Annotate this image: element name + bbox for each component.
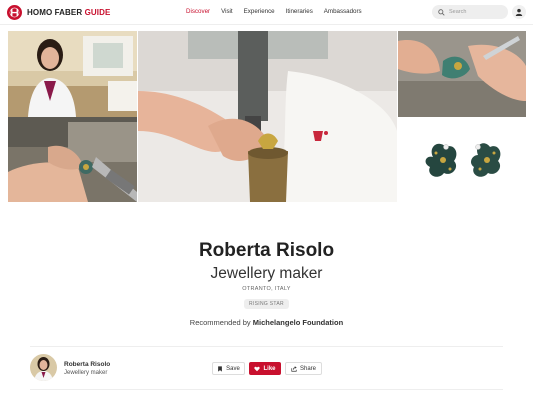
main-nav: Discover Visit Experience Itineraries Am… (186, 8, 373, 15)
share-label: Share (299, 365, 316, 372)
search-placeholder: Search (449, 9, 467, 15)
like-label: Like (263, 365, 276, 372)
bar-artisan-name: Roberta Risolo (64, 361, 111, 368)
avatar[interactable] (30, 354, 57, 381)
logo-mark-icon (7, 5, 22, 20)
save-label: Save (226, 365, 240, 372)
user-icon (515, 8, 523, 16)
profile-info: Roberta Risolo Jewellery maker OTRANTO, … (0, 240, 533, 327)
divider (30, 346, 503, 347)
gallery-image-engraving[interactable] (138, 31, 397, 202)
bar-artisan-profession: Jewellery maker (64, 370, 108, 376)
nav-item-visit[interactable]: Visit (221, 8, 233, 15)
top-header: HOMO FABER GUIDE Discover Visit Experien… (0, 0, 533, 25)
heart-icon (254, 366, 261, 371)
photo-gallery (8, 31, 526, 202)
gallery-image-portrait[interactable] (8, 31, 137, 117)
recommended-org-link[interactable]: Michelangelo Foundation (253, 318, 343, 327)
gallery-image-earrings[interactable] (398, 117, 526, 202)
share-icon (291, 365, 297, 372)
brand-name: HOMO FABER GUIDE (27, 8, 110, 17)
recommended-by: Recommended by Michelangelo Foundation (0, 318, 533, 327)
search-input[interactable]: Search (432, 5, 508, 19)
nav-item-experience[interactable]: Experience (244, 8, 275, 15)
profile-name: Roberta Risolo (198, 240, 335, 261)
nav-item-itineraries[interactable]: Itineraries (286, 8, 313, 15)
brand-name-main: HOMO FABER (27, 8, 83, 17)
search-icon (438, 8, 445, 16)
brand-logo[interactable]: HOMO FABER GUIDE (7, 5, 110, 20)
gallery-image-polishing[interactable] (8, 117, 137, 202)
nav-item-discover[interactable]: Discover (186, 8, 210, 15)
nav-item-ambassadors[interactable]: Ambassadors (324, 8, 362, 15)
rising-star-badge: RISING STAR (244, 299, 289, 309)
gallery-image-enamel[interactable] (398, 31, 526, 117)
share-button[interactable]: Share (285, 362, 322, 375)
save-button[interactable]: Save (212, 362, 245, 375)
user-account-button[interactable] (512, 5, 526, 19)
divider (30, 389, 503, 390)
profile-profession: Jewellery maker (210, 265, 323, 282)
brand-name-accent: GUIDE (84, 8, 111, 17)
bookmark-icon (218, 365, 223, 372)
like-button[interactable]: Like (249, 362, 281, 375)
recommended-prefix: Recommended by (189, 318, 251, 327)
